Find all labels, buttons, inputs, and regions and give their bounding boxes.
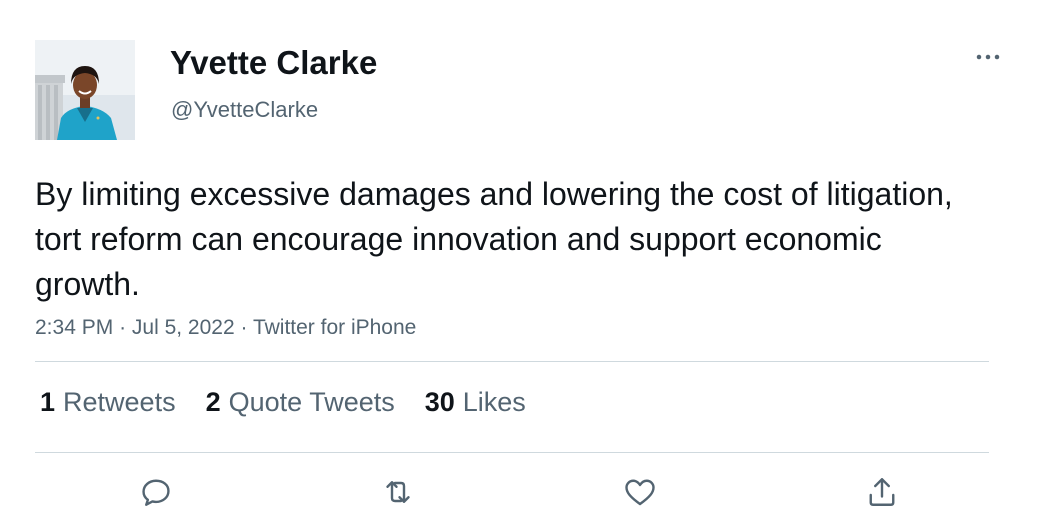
author-display-name[interactable]: Yvette Clarke: [170, 44, 377, 82]
more-options-button[interactable]: [968, 44, 1008, 70]
tweet-source[interactable]: Twitter for iPhone: [253, 316, 416, 339]
tweet-time[interactable]: 2:34 PM: [35, 316, 113, 339]
retweet-button[interactable]: [376, 470, 420, 514]
divider: [35, 452, 989, 453]
avatar[interactable]: [35, 40, 135, 140]
retweet-icon: [386, 481, 410, 503]
quote-tweets-label: Quote Tweets: [228, 387, 395, 417]
retweets-count: 1: [40, 387, 56, 417]
reply-button[interactable]: [134, 470, 178, 514]
heart-icon: [625, 479, 655, 506]
quote-tweets-stat[interactable]: 2 Quote Tweets: [206, 387, 395, 418]
tweet-meta: 2:34 PM · Jul 5, 2022 · Twitter for iPho…: [35, 316, 416, 340]
tweet-text: By limiting excessive damages and loweri…: [35, 176, 953, 302]
likes-label: Likes: [462, 387, 526, 417]
divider: [35, 361, 989, 362]
meta-separator: ·: [119, 316, 132, 339]
like-button[interactable]: [618, 470, 662, 514]
avatar-image: [35, 40, 135, 140]
action-bar: [0, 470, 1050, 520]
retweets-stat[interactable]: 1 Retweets: [40, 387, 176, 418]
likes-stat[interactable]: 30 Likes: [425, 387, 526, 418]
tweet-date[interactable]: Jul 5, 2022: [132, 316, 235, 339]
likes-count: 30: [424, 387, 455, 417]
share-icon: [869, 478, 895, 506]
author-handle[interactable]: @YvetteClarke: [171, 97, 318, 123]
share-button[interactable]: [860, 470, 904, 514]
reply-icon: [142, 479, 170, 506]
quote-tweets-count: 2: [205, 387, 221, 417]
more-icon: [976, 54, 1000, 60]
retweets-label: Retweets: [63, 387, 176, 417]
engagement-stats: 1 Retweets 2 Quote Tweets 30 Likes: [40, 387, 526, 418]
tweet-card: Yvette Clarke @YvetteClarke By limiting …: [0, 0, 1050, 525]
meta-separator: ·: [240, 316, 253, 339]
